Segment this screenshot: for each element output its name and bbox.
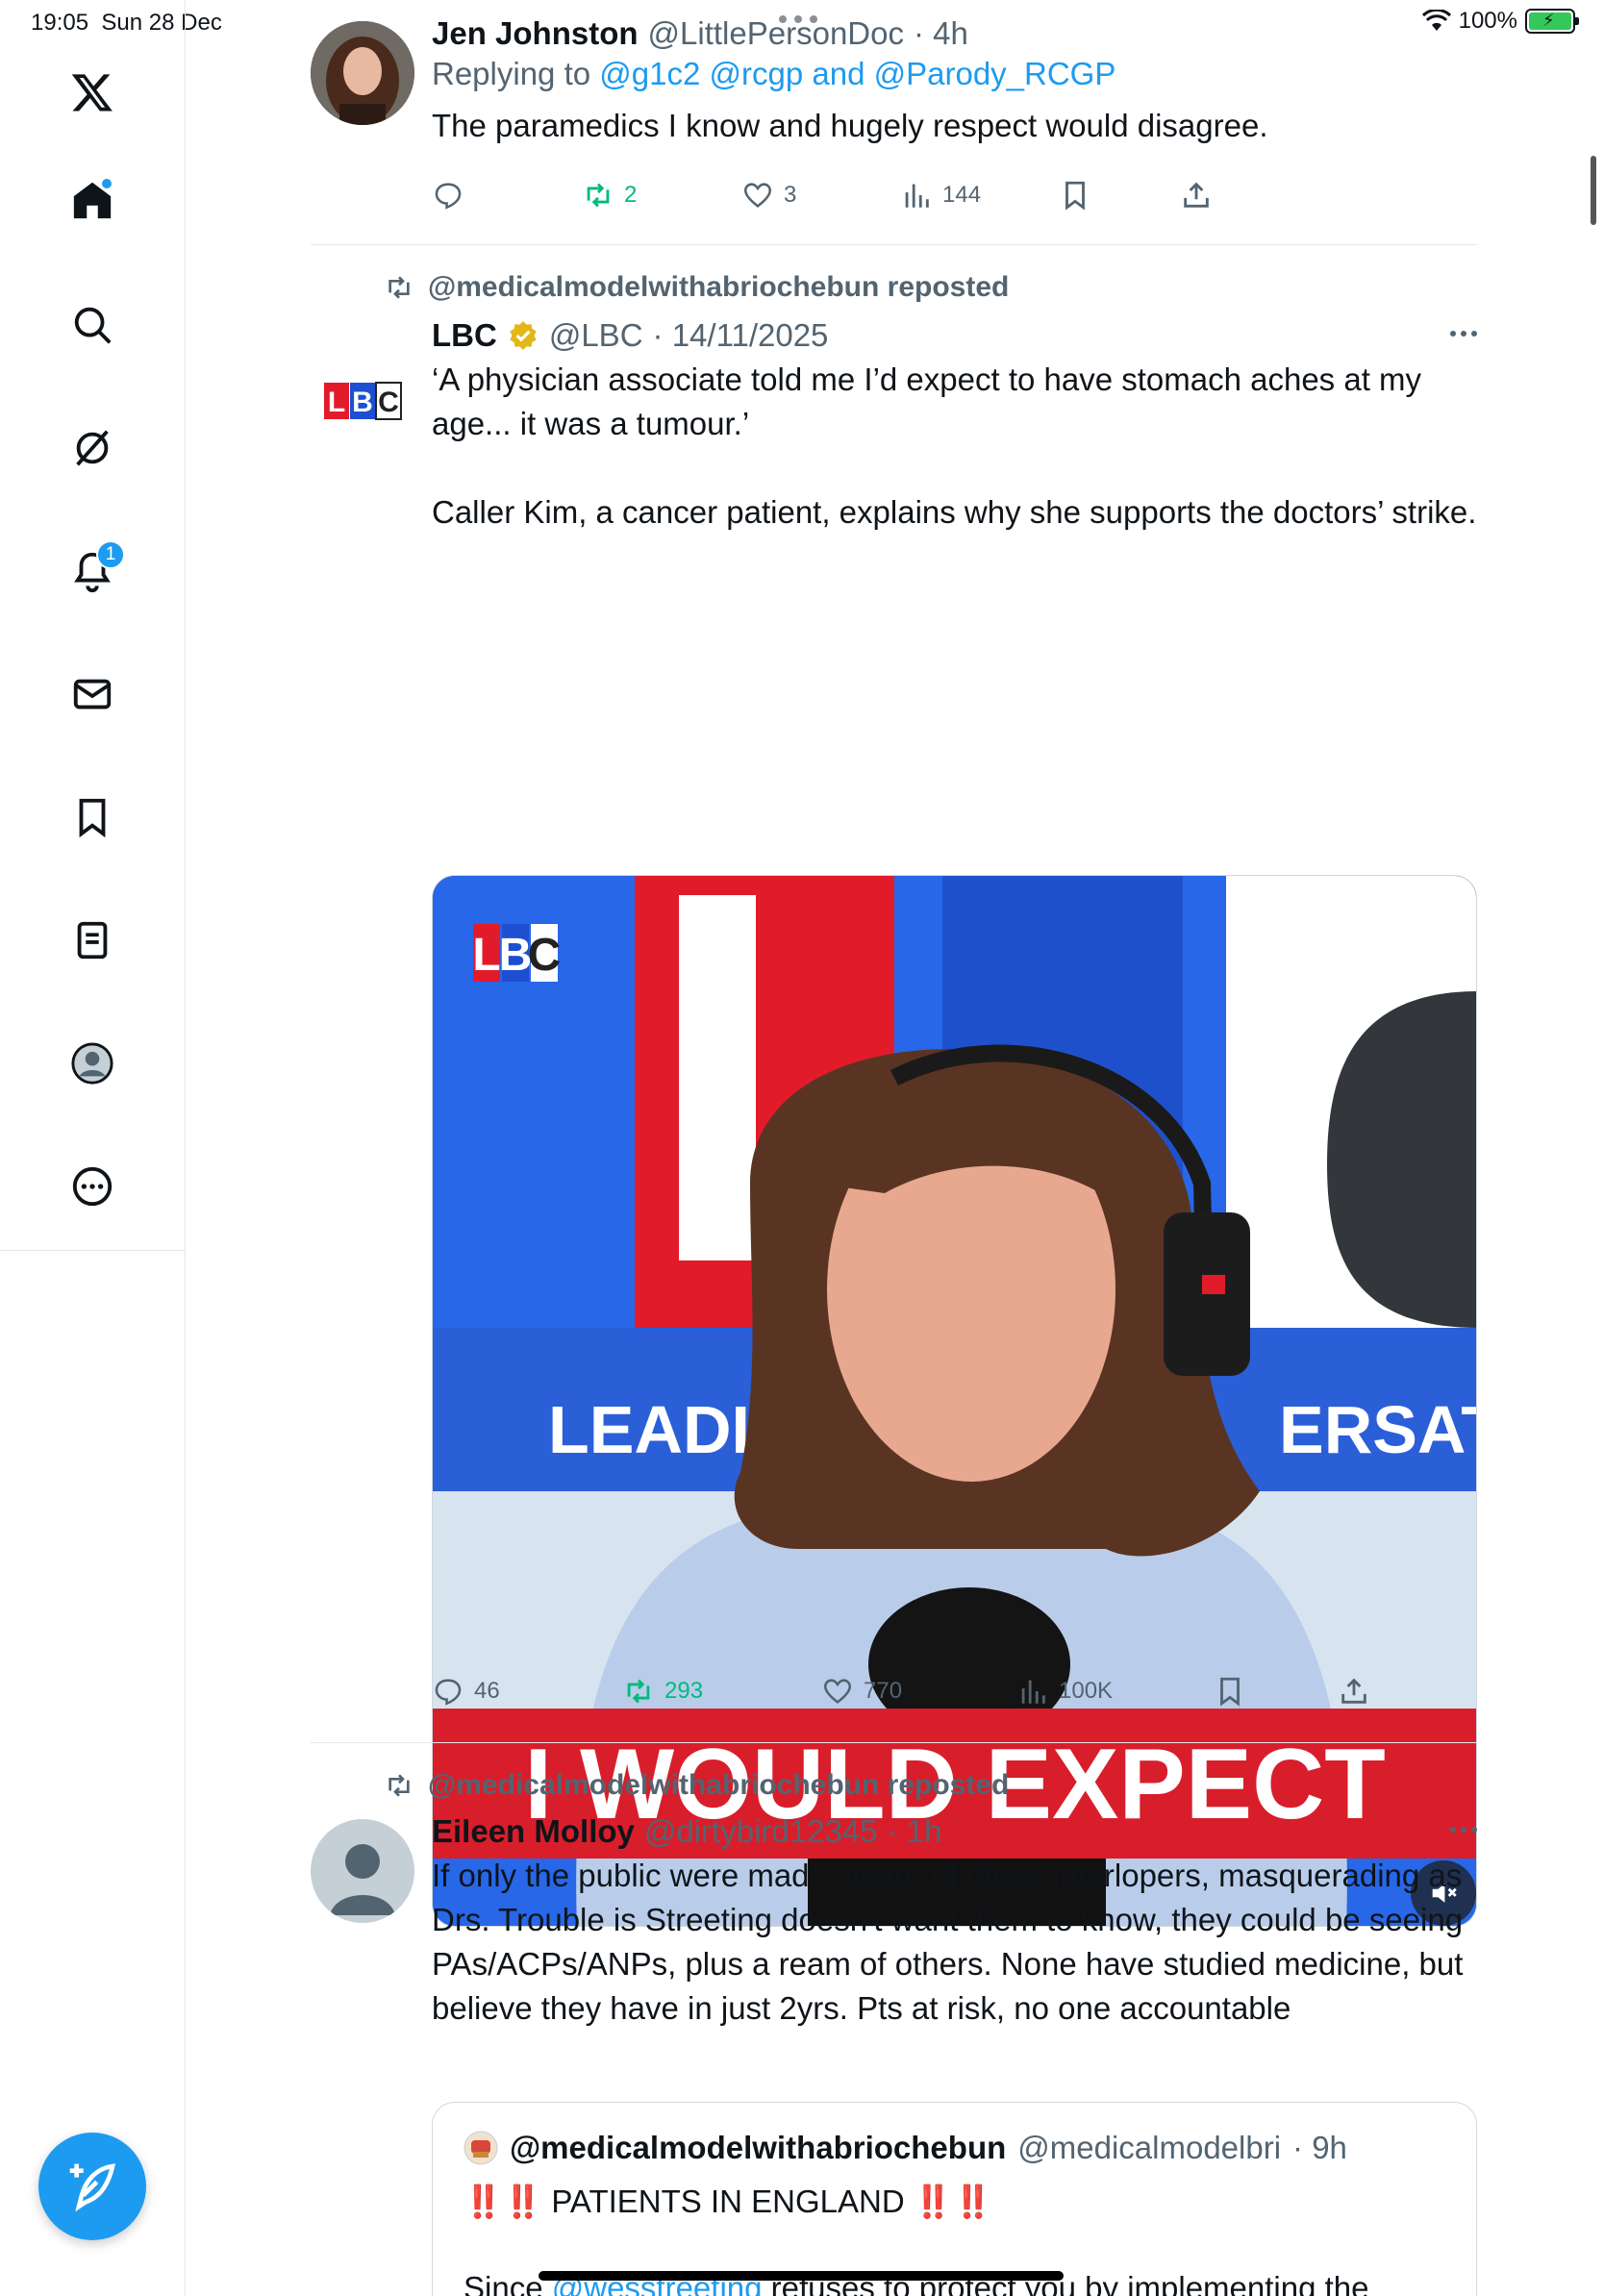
heart-icon	[823, 1679, 852, 1704]
repost-button[interactable]: 293	[622, 1675, 703, 1708]
post-more-icon[interactable]	[1450, 1827, 1477, 1833]
svg-text:C: C	[378, 387, 399, 418]
bookmark-icon	[1220, 1677, 1240, 1707]
heart-icon	[743, 183, 772, 208]
battery-icon: ⚡	[1525, 9, 1579, 34]
svg-text:L: L	[472, 930, 500, 981]
author-name[interactable]: Jen Johnston	[432, 15, 639, 52]
home-icon[interactable]	[58, 165, 127, 235]
replying-to: Replying to @g1c2 @rcgp and @Parody_RCGP	[432, 56, 1116, 91]
video-lbc-logo: L B C	[472, 924, 561, 982]
svg-text:B: B	[352, 387, 373, 418]
quote-author-name[interactable]: @medicalmodelwithabriochebun	[510, 2130, 1006, 2166]
post-more-icon[interactable]	[1450, 331, 1477, 337]
like-button[interactable]: 3	[741, 179, 796, 212]
compose-button[interactable]	[38, 2133, 146, 2240]
author-handle[interactable]: @dirtybird12345	[644, 1813, 878, 1850]
grok-icon[interactable]	[58, 413, 127, 483]
post-divider	[311, 244, 1477, 245]
repost-icon	[388, 276, 410, 299]
views-icon	[905, 184, 929, 208]
post-text: ‘A physician associate told me I’d expec…	[432, 362, 1422, 441]
post-divider	[311, 1742, 1477, 1743]
bookmark-button[interactable]	[1214, 1675, 1246, 1708]
repost-indicator: @medicalmodelwithabriochebun reposted	[384, 1769, 1009, 1802]
search-icon[interactable]	[58, 290, 127, 360]
svg-text:C: C	[528, 930, 562, 981]
default-avatar[interactable]	[311, 1819, 414, 1923]
quoted-post[interactable]: @medicalmodelwithabriochebun @medicalmod…	[432, 2102, 1477, 2296]
lbc-logo-avatar[interactable]: LBC	[311, 348, 414, 452]
share-button[interactable]	[1180, 179, 1213, 212]
repost-icon	[627, 1679, 650, 1704]
views-icon	[1021, 1680, 1045, 1704]
reply-button[interactable]	[432, 179, 474, 212]
messages-icon[interactable]	[58, 660, 127, 729]
mention-link[interactable]: @Parody_RCGP	[874, 56, 1116, 91]
bookmark-icon	[1065, 181, 1085, 211]
more-icon[interactable]	[58, 1152, 127, 1221]
post-time: · 14/11/2025	[652, 317, 829, 353]
sidebar-divider	[0, 1250, 186, 1251]
repost-icon	[587, 183, 610, 208]
x-logo-icon[interactable]	[58, 58, 127, 127]
reply-button[interactable]: 46	[432, 1675, 500, 1708]
share-icon	[1184, 182, 1209, 208]
quote-time: · 9h	[1292, 2130, 1347, 2165]
repost-button[interactable]: 2	[582, 179, 637, 212]
backdrop-text-right: ERSATI	[1279, 1392, 1477, 1467]
sidebar-nav: 1	[0, 0, 186, 2296]
author-name[interactable]: Eileen Molloy	[432, 1813, 635, 1850]
post-time: · 1h	[887, 1813, 942, 1849]
verified-badge-icon	[510, 321, 537, 350]
views-button[interactable]: 100K	[1016, 1675, 1113, 1708]
views-button[interactable]: 144	[900, 179, 981, 212]
author-handle[interactable]: @LittlePersonDoc	[648, 15, 904, 52]
post-actions: 46 293 770 100K	[432, 1675, 1477, 1713]
share-button[interactable]	[1338, 1675, 1370, 1708]
compose-icon	[69, 2163, 116, 2212]
post-time: · 4h	[913, 15, 968, 51]
quote-headline: ‼️‼️ PATIENTS IN ENGLAND ‼️‼️	[464, 2184, 993, 2219]
notifications-icon[interactable]: 1	[58, 537, 127, 606]
quote-author-handle[interactable]: @medicalmodelbri	[1017, 2130, 1281, 2166]
share-icon	[1341, 1678, 1366, 1704]
author-name[interactable]: LBC	[432, 317, 497, 354]
quote-avatar	[464, 2131, 498, 2165]
post-text: If only the public were made aware of th…	[432, 1858, 1464, 2026]
post-text: The paramedics I know and hugely respect…	[432, 108, 1268, 143]
avatar[interactable]	[311, 21, 414, 125]
author-handle[interactable]: @LBC	[549, 317, 643, 354]
notifications-badge: 1	[96, 540, 125, 569]
mention-link[interactable]: @g1c2 @rcgp	[599, 56, 803, 91]
bookmarks-icon[interactable]	[58, 783, 127, 852]
lists-icon[interactable]	[58, 906, 127, 975]
reply-icon	[435, 183, 462, 210]
svg-text:L: L	[328, 387, 345, 418]
scrollbar[interactable]	[1591, 156, 1596, 225]
post-text: Caller Kim, a cancer patient, explains w…	[432, 494, 1477, 530]
profile-icon[interactable]	[58, 1029, 127, 1098]
home-indicator[interactable]	[539, 2271, 1064, 2281]
repost-icon	[388, 1774, 410, 1797]
like-button[interactable]: 770	[821, 1675, 902, 1708]
bookmark-button[interactable]	[1059, 179, 1091, 212]
reply-icon	[435, 1679, 462, 1706]
home-unread-dot	[100, 177, 113, 190]
post-actions: 2 3 144	[432, 179, 1477, 217]
repost-indicator: @medicalmodelwithabriochebun reposted	[384, 271, 1009, 304]
